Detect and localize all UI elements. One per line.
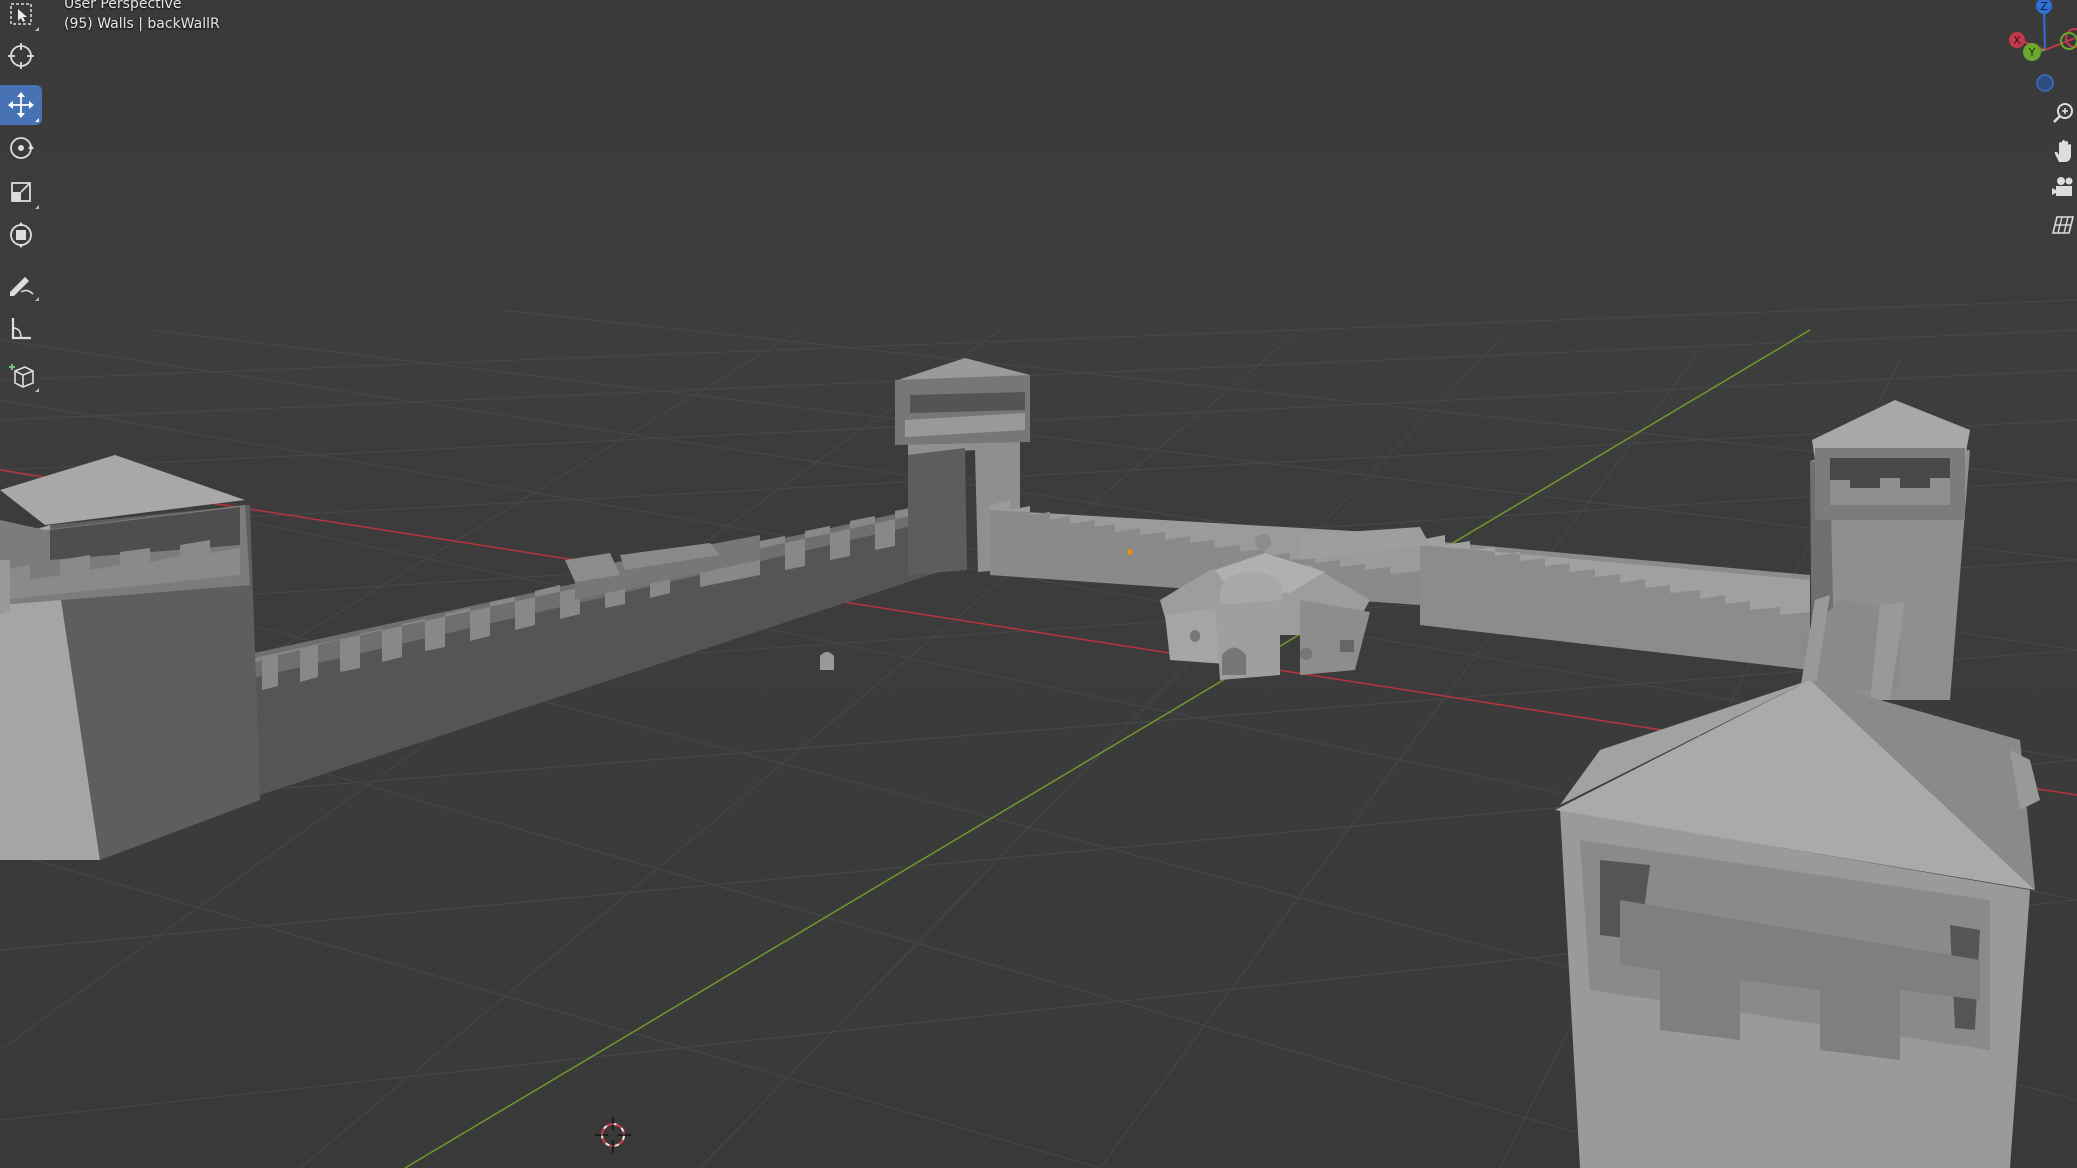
- measure-icon: [11, 318, 31, 340]
- select-box-tool[interactable]: [0, 0, 42, 34]
- ortho-toggle-button[interactable]: [2051, 210, 2077, 240]
- svg-text:Y: Y: [2028, 46, 2036, 59]
- transform-tool[interactable]: [0, 215, 42, 255]
- small-post-mesh: [820, 652, 834, 670]
- camera-icon: [2052, 177, 2073, 196]
- view-mode-label: User Perspective: [64, 0, 182, 12]
- scale-icon: [11, 182, 31, 202]
- add-cube-icon: [9, 364, 34, 388]
- cursor-icon: [8, 43, 34, 69]
- 3d-viewport[interactable]: [0, 0, 2077, 1168]
- right-near-tower-mesh: [1555, 680, 2040, 1168]
- annotate-icon: [10, 277, 34, 296]
- origin-dot: [1127, 549, 1133, 555]
- right-back-tower-mesh: [1800, 400, 1970, 700]
- pan-button[interactable]: [2051, 136, 2077, 166]
- move-tool[interactable]: [0, 85, 42, 125]
- active-object-label: (95) Walls | backWallR: [64, 16, 220, 32]
- measure-tool[interactable]: [0, 308, 42, 348]
- navigation-gizmo[interactable]: Z X Y: [1987, 0, 2077, 100]
- select-box-icon: [10, 3, 32, 25]
- hand-icon: [2054, 140, 2071, 162]
- zoom-icon: [2053, 103, 2073, 123]
- rotate-icon: [10, 137, 34, 159]
- annotate-tool[interactable]: [0, 264, 42, 304]
- move-icon: [8, 92, 34, 118]
- scene-render: [0, 0, 2077, 1168]
- rotate-tool[interactable]: [0, 128, 42, 168]
- svg-text:X: X: [2013, 34, 2021, 47]
- transform-icon: [10, 222, 32, 248]
- cursor-tool[interactable]: [0, 36, 42, 76]
- grid-icon: [2051, 216, 2075, 234]
- camera-view-button[interactable]: [2051, 172, 2077, 202]
- scale-tool[interactable]: [0, 172, 42, 212]
- gizmo-z-neg-handle: [2036, 74, 2054, 92]
- svg-text:Z: Z: [2040, 0, 2048, 13]
- add-cube-tool[interactable]: [0, 355, 42, 395]
- zoom-button[interactable]: [2051, 98, 2077, 128]
